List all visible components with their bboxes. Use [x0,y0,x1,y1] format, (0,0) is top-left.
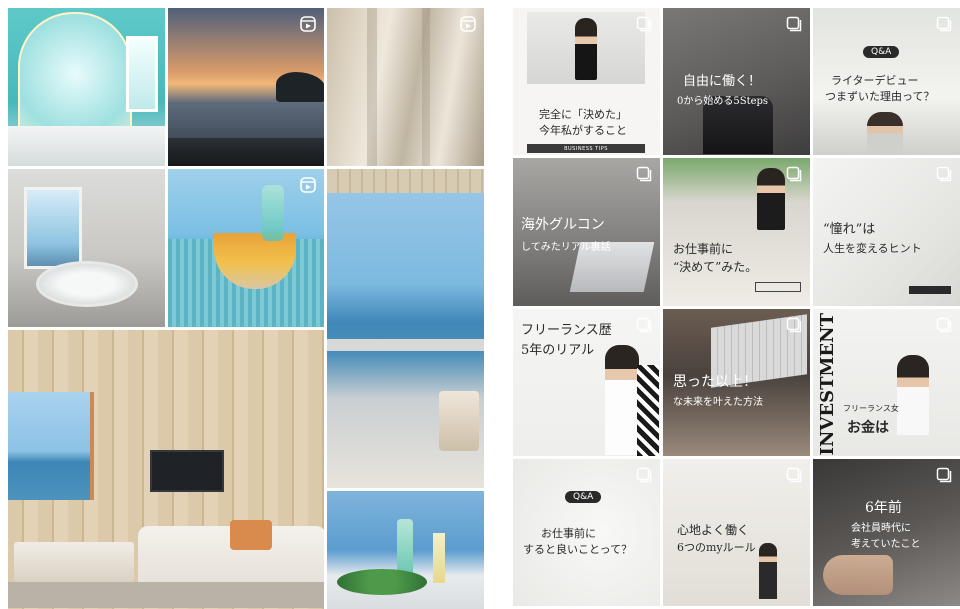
coffee-table-image [14,542,134,582]
reel-icon [300,177,317,193]
post-6-nen-mae[interactable]: 6年前 会社員時代に 考えていたこと [813,458,960,606]
post-title-line-2: お金は [847,419,889,436]
dark-tab-image [909,286,951,295]
reel-icon [460,16,476,32]
learn-more-button-image [755,282,801,293]
post-title-line-1: 思った以上！ [673,373,757,390]
woman-figure-image [757,168,785,231]
hand-writing-image [823,554,893,595]
woman-figure-image [759,542,777,599]
carousel-icon [636,467,652,483]
patterned-panel-image [637,364,659,456]
post-title-line-2: 5年のリアル [521,342,595,358]
post-wood-room-sea-window[interactable] [8,330,325,609]
post-teal-bathroom-mirror[interactable] [8,8,165,166]
post-balcony-ocean-view[interactable] [327,169,484,488]
glass-vase-image [261,185,284,241]
post-sheer-curtain-window[interactable] [327,8,484,166]
post-title-line-2: “決めて”みた。 [673,260,758,275]
post-title-line-1: 海外グルコン [521,217,605,234]
post-investment[interactable]: INVESTMENT フリーランス女 お金は [813,308,960,456]
post-oshigoto-mae-qa[interactable]: Q&A お仕事前に すると良いことって？ [513,458,660,606]
qa-label: Q&A [863,46,900,58]
woman-figure-image [575,18,597,80]
post-title-line-1: お仕事前に [673,242,734,257]
carousel-icon [636,317,652,333]
post-jiyu-ni-hataraku[interactable]: 自由に働く！ 0から始める5Steps [663,8,810,156]
shore-rocks-image [167,138,325,166]
carousel-icon [786,166,802,182]
bathroom-window-image [24,187,82,269]
text-post-grid: 完全に「決めた」 今年私がすること BUSINESS TIPS 自由に働く！ 0… [513,8,960,606]
post-title-line-2: 0から始める5Steps [677,96,769,107]
lounge-chair-image [439,391,480,451]
carousel-icon [636,166,652,182]
champagne-glass-image [433,533,446,583]
carousel-icon [936,16,952,32]
post-title-line-2: つまずいた理由って？ [825,90,935,103]
post-freelance-5-nen[interactable]: フリーランス歴 5年のリアル [513,308,660,456]
post-title-line-2: 会社員時代に [851,522,911,534]
post-title-line-2: な未来を叶えた方法 [673,396,763,408]
floor-image [8,582,325,608]
reel-icon [300,16,317,32]
post-kokochi-yoku-hataraku[interactable]: 心地よく働く 6つのmyルール [663,458,810,606]
carousel-icon [786,16,802,32]
carousel-icon [786,317,802,333]
post-title-line-2: 人生を変えるヒント [823,242,922,256]
curtain-folds-image-2 [422,8,431,166]
orange-cushion-image [230,520,272,550]
post-sunset-sea-rocks[interactable] [167,8,325,166]
post-title-line-1: お仕事前に [541,526,596,540]
woman-figure-image [605,344,639,455]
window-image [126,36,158,112]
curtain-folds-image [367,8,378,166]
post-title-line-2: すると良いことって？ [523,542,633,556]
flowers-image [337,569,428,595]
carousel-icon [786,467,802,483]
post-title-line-1: 自由に働く！ [683,74,762,89]
post-title-line-1: フリーランス歴 [521,322,612,338]
post-bathroom-round-tub[interactable] [8,169,165,327]
post-title-line-1: ライターデビュー [831,74,919,87]
post-title-line-1: 心地よく働く [677,522,750,537]
rock-silhouette-image [275,72,325,102]
photo-feed-grid [8,8,484,609]
carousel-icon [936,467,952,483]
carousel-icon [636,16,652,32]
qa-label: Q&A [565,490,602,503]
post-omotta-ijou[interactable]: 思った以上！ な未来を叶えた方法 [663,308,810,456]
post-title-line-3: 考えていたこと [851,538,921,550]
round-tub-image [36,261,138,307]
post-title-line-2: してみたリアル裏話 [521,242,611,254]
category-bar: BUSINESS TIPS [527,144,645,153]
post-oshigoto-mae-ni-kimete[interactable]: お仕事前に “決めて”みた。 [663,158,810,306]
balcony-rail-image [327,339,484,351]
post-title-line-1: フリーランス女 [843,403,899,413]
post-title-line-1: “憧れ”は [823,222,876,238]
woman-figure-image [897,354,929,435]
wall-tv-image [150,450,224,492]
post-glass-flowers-sea[interactable] [327,491,484,609]
woman-figure-image [867,112,903,156]
post-title-line-1: 完全に「決めた」 [539,108,627,121]
post-title-line-1: 6年前 [865,499,902,516]
wood-ceiling-image [327,169,484,193]
carousel-icon [936,166,952,182]
sink-counter-image [8,126,165,166]
sea-window-image [8,392,94,500]
investment-vertical-title: INVESTMENT [817,312,838,455]
carousel-icon [936,317,952,333]
post-writer-debut-qa[interactable]: Q&A ライターデビュー つまずいた理由って？ [813,8,960,156]
post-title-line-2: 6つのmyルール [677,540,756,554]
post-kaigai-gurukon[interactable]: 海外グルコン してみたリアル裏話 [513,158,660,306]
post-fruit-bowl-poolside[interactable] [167,169,325,327]
post-kanzen-ni-kimeta[interactable]: 完全に「決めた」 今年私がすること BUSINESS TIPS [513,8,660,156]
post-akogare-wa[interactable]: “憧れ”は 人生を変えるヒント [813,158,960,306]
post-title-line-2: 今年私がすること [539,124,627,137]
